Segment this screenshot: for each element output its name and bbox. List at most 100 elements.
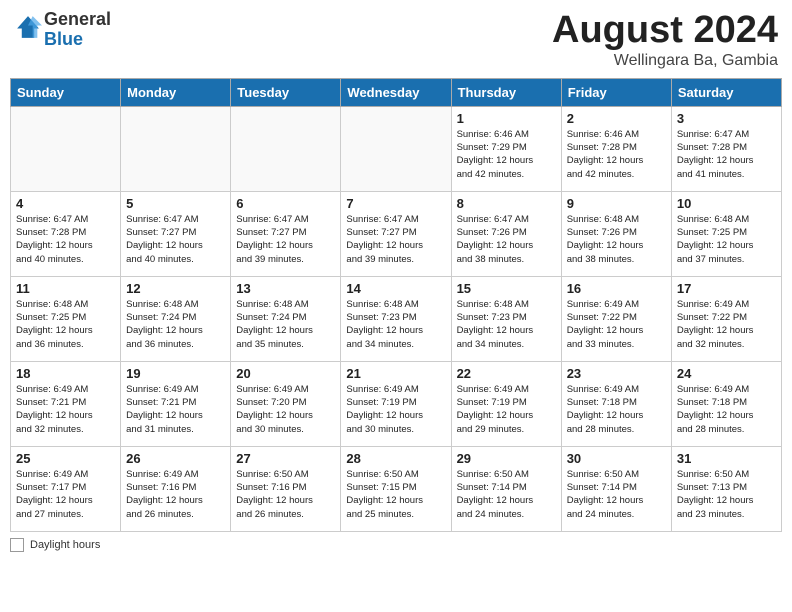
calendar-cell: 15 Sunrise: 6:48 AM Sunset: 7:23 PM Dayli… xyxy=(451,276,561,361)
calendar-cell: 23 Sunrise: 6:49 AM Sunset: 7:18 PM Dayli… xyxy=(561,361,671,446)
day-number: 11 xyxy=(16,281,115,296)
day-info: Sunrise: 6:48 AM Sunset: 7:25 PM Dayligh… xyxy=(677,213,776,266)
day-number: 26 xyxy=(126,451,225,466)
day-number: 1 xyxy=(457,111,556,126)
calendar-cell: 25Sunrise: 6:49 AM Sunset: 7:17 PM Dayli… xyxy=(11,446,121,531)
day-info: Sunrise: 6:50 AM Sunset: 7:16 PM Dayligh… xyxy=(236,468,335,521)
weekday-header: Wednesday xyxy=(341,78,451,106)
day-info: Sunrise: 6:47 AM Sunset: 7:28 PM Dayligh… xyxy=(16,213,115,266)
calendar-cell xyxy=(231,106,341,191)
calendar-cell: 31Sunrise: 6:50 AM Sunset: 7:13 PM Dayli… xyxy=(671,446,781,531)
calendar-cell: 20 Sunrise: 6:49 AM Sunset: 7:20 PM Dayli… xyxy=(231,361,341,446)
day-info: Sunrise: 6:50 AM Sunset: 7:15 PM Dayligh… xyxy=(346,468,445,521)
day-number: 8 xyxy=(457,196,556,211)
logo: General Blue xyxy=(14,10,111,50)
calendar-week-row: 4 Sunrise: 6:47 AM Sunset: 7:28 PM Daylig… xyxy=(11,191,782,276)
calendar-cell xyxy=(121,106,231,191)
weekday-header: Friday xyxy=(561,78,671,106)
day-number: 7 xyxy=(346,196,445,211)
calendar-cell: 5 Sunrise: 6:47 AM Sunset: 7:27 PM Daylig… xyxy=(121,191,231,276)
day-number: 25 xyxy=(16,451,115,466)
weekday-header: Sunday xyxy=(11,78,121,106)
day-info: Sunrise: 6:49 AM Sunset: 7:21 PM Dayligh… xyxy=(16,383,115,436)
day-info: Sunrise: 6:46 AM Sunset: 7:28 PM Dayligh… xyxy=(567,128,666,181)
day-number: 22 xyxy=(457,366,556,381)
title-block: August 2024 Wellingara Ba, Gambia xyxy=(552,10,778,70)
calendar-week-row: 18 Sunrise: 6:49 AM Sunset: 7:21 PM Dayli… xyxy=(11,361,782,446)
day-number: 23 xyxy=(567,366,666,381)
day-number: 3 xyxy=(677,111,776,126)
calendar-cell: 22Sunrise: 6:49 AM Sunset: 7:19 PM Dayli… xyxy=(451,361,561,446)
day-info: Sunrise: 6:48 AM Sunset: 7:24 PM Dayligh… xyxy=(126,298,225,351)
calendar-week-row: 25Sunrise: 6:49 AM Sunset: 7:17 PM Dayli… xyxy=(11,446,782,531)
day-info: Sunrise: 6:49 AM Sunset: 7:20 PM Dayligh… xyxy=(236,383,335,436)
day-number: 15 xyxy=(457,281,556,296)
day-number: 24 xyxy=(677,366,776,381)
day-info: Sunrise: 6:48 AM Sunset: 7:24 PM Dayligh… xyxy=(236,298,335,351)
calendar-cell: 13 Sunrise: 6:48 AM Sunset: 7:24 PM Dayli… xyxy=(231,276,341,361)
day-number: 17 xyxy=(677,281,776,296)
day-info: Sunrise: 6:47 AM Sunset: 7:27 PM Dayligh… xyxy=(346,213,445,266)
day-number: 14 xyxy=(346,281,445,296)
day-info: Sunrise: 6:49 AM Sunset: 7:22 PM Dayligh… xyxy=(567,298,666,351)
day-info: Sunrise: 6:47 AM Sunset: 7:28 PM Dayligh… xyxy=(677,128,776,181)
day-number: 2 xyxy=(567,111,666,126)
day-number: 30 xyxy=(567,451,666,466)
calendar-cell: 21 Sunrise: 6:49 AM Sunset: 7:19 PM Dayli… xyxy=(341,361,451,446)
calendar-cell: 24 Sunrise: 6:49 AM Sunset: 7:18 PM Dayli… xyxy=(671,361,781,446)
calendar-header-row: SundayMondayTuesdayWednesdayThursdayFrid… xyxy=(11,78,782,106)
calendar-cell: 9 Sunrise: 6:48 AM Sunset: 7:26 PM Daylig… xyxy=(561,191,671,276)
calendar-cell xyxy=(341,106,451,191)
calendar-footer: Daylight hours xyxy=(10,538,782,552)
day-info: Sunrise: 6:47 AM Sunset: 7:27 PM Dayligh… xyxy=(126,213,225,266)
day-number: 18 xyxy=(16,366,115,381)
calendar-cell: 30Sunrise: 6:50 AM Sunset: 7:14 PM Dayli… xyxy=(561,446,671,531)
calendar-cell: 10 Sunrise: 6:48 AM Sunset: 7:25 PM Dayli… xyxy=(671,191,781,276)
location-subtitle: Wellingara Ba, Gambia xyxy=(552,52,778,70)
calendar-cell: 7 Sunrise: 6:47 AM Sunset: 7:27 PM Daylig… xyxy=(341,191,451,276)
calendar-cell: 8 Sunrise: 6:47 AM Sunset: 7:26 PM Daylig… xyxy=(451,191,561,276)
calendar-cell: 16Sunrise: 6:49 AM Sunset: 7:22 PM Dayli… xyxy=(561,276,671,361)
day-info: Sunrise: 6:46 AM Sunset: 7:29 PM Dayligh… xyxy=(457,128,556,181)
calendar-cell: 6 Sunrise: 6:47 AM Sunset: 7:27 PM Daylig… xyxy=(231,191,341,276)
day-number: 13 xyxy=(236,281,335,296)
calendar-cell: 11 Sunrise: 6:48 AM Sunset: 7:25 PM Dayli… xyxy=(11,276,121,361)
calendar-table: SundayMondayTuesdayWednesdayThursdayFrid… xyxy=(10,78,782,532)
month-title: August 2024 xyxy=(552,10,778,52)
day-info: Sunrise: 6:49 AM Sunset: 7:18 PM Dayligh… xyxy=(567,383,666,436)
calendar-cell: 29Sunrise: 6:50 AM Sunset: 7:14 PM Dayli… xyxy=(451,446,561,531)
day-number: 21 xyxy=(346,366,445,381)
weekday-header: Monday xyxy=(121,78,231,106)
calendar-cell: 12 Sunrise: 6:48 AM Sunset: 7:24 PM Dayli… xyxy=(121,276,231,361)
calendar-week-row: 1 Sunrise: 6:46 AM Sunset: 7:29 PM Daylig… xyxy=(11,106,782,191)
day-info: Sunrise: 6:48 AM Sunset: 7:26 PM Dayligh… xyxy=(567,213,666,266)
logo-blue-text: Blue xyxy=(44,29,83,49)
day-info: Sunrise: 6:47 AM Sunset: 7:26 PM Dayligh… xyxy=(457,213,556,266)
day-number: 29 xyxy=(457,451,556,466)
weekday-header: Tuesday xyxy=(231,78,341,106)
day-number: 4 xyxy=(16,196,115,211)
calendar-cell: 1 Sunrise: 6:46 AM Sunset: 7:29 PM Daylig… xyxy=(451,106,561,191)
calendar-cell: 28Sunrise: 6:50 AM Sunset: 7:15 PM Dayli… xyxy=(341,446,451,531)
day-number: 5 xyxy=(126,196,225,211)
calendar-cell: 2 Sunrise: 6:46 AM Sunset: 7:28 PM Daylig… xyxy=(561,106,671,191)
day-number: 12 xyxy=(126,281,225,296)
day-info: Sunrise: 6:49 AM Sunset: 7:16 PM Dayligh… xyxy=(126,468,225,521)
day-number: 20 xyxy=(236,366,335,381)
day-info: Sunrise: 6:49 AM Sunset: 7:21 PM Dayligh… xyxy=(126,383,225,436)
weekday-header: Thursday xyxy=(451,78,561,106)
calendar-cell: 26 Sunrise: 6:49 AM Sunset: 7:16 PM Dayli… xyxy=(121,446,231,531)
daylight-label: Daylight hours xyxy=(30,539,100,551)
day-number: 10 xyxy=(677,196,776,211)
day-info: Sunrise: 6:49 AM Sunset: 7:19 PM Dayligh… xyxy=(346,383,445,436)
day-number: 9 xyxy=(567,196,666,211)
day-info: Sunrise: 6:48 AM Sunset: 7:25 PM Dayligh… xyxy=(16,298,115,351)
weekday-header: Saturday xyxy=(671,78,781,106)
day-info: Sunrise: 6:48 AM Sunset: 7:23 PM Dayligh… xyxy=(457,298,556,351)
logo-icon xyxy=(14,13,42,41)
day-info: Sunrise: 6:49 AM Sunset: 7:18 PM Dayligh… xyxy=(677,383,776,436)
calendar-cell: 17Sunrise: 6:49 AM Sunset: 7:22 PM Dayli… xyxy=(671,276,781,361)
day-number: 6 xyxy=(236,196,335,211)
calendar-cell: 18 Sunrise: 6:49 AM Sunset: 7:21 PM Dayli… xyxy=(11,361,121,446)
day-info: Sunrise: 6:47 AM Sunset: 7:27 PM Dayligh… xyxy=(236,213,335,266)
